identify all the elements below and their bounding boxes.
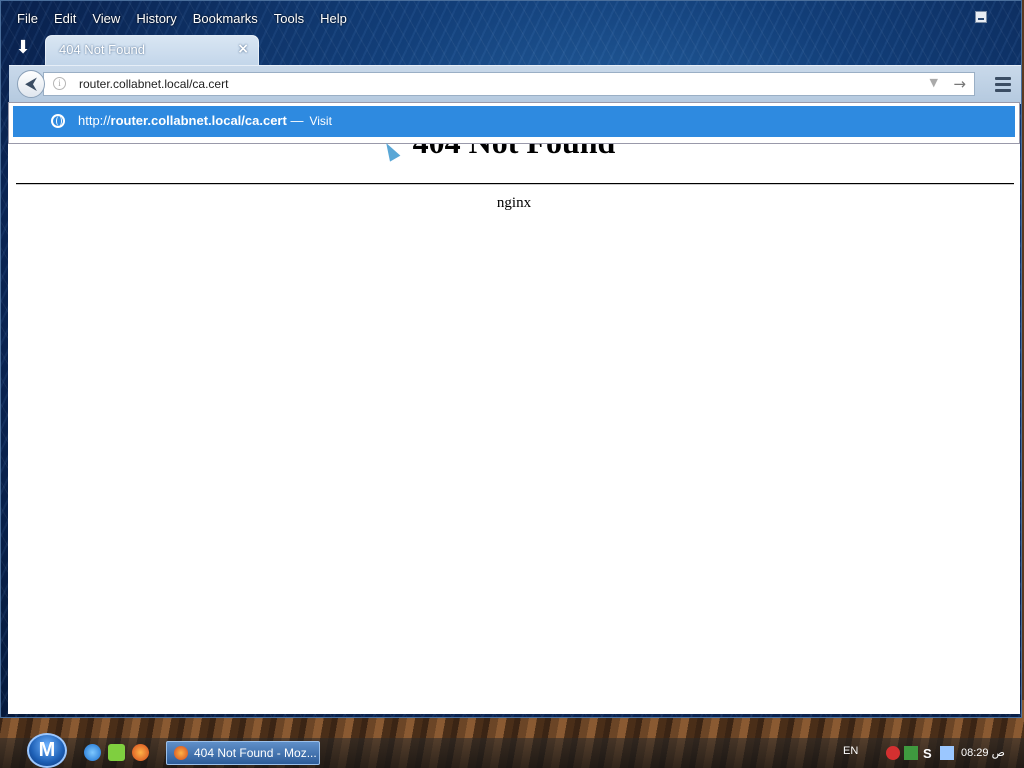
autocomplete-popup: http://router.collabnet.local/ca.cert — V… bbox=[8, 102, 1020, 144]
menu-file[interactable]: File bbox=[9, 7, 46, 29]
suggestion-text: http://router.collabnet.local/ca.cert — V… bbox=[78, 113, 332, 128]
download-arrow-icon[interactable]: ⬇ bbox=[12, 38, 34, 60]
volume-icon[interactable] bbox=[940, 746, 954, 760]
firefox-icon bbox=[174, 746, 188, 760]
horizontal-rule bbox=[16, 183, 1014, 185]
info-icon[interactable]: i bbox=[53, 77, 66, 90]
suggestion-url: router.collabnet.local/ca.cert bbox=[110, 113, 287, 128]
menu-help[interactable]: Help bbox=[312, 7, 355, 29]
autocomplete-suggestion[interactable]: http://router.collabnet.local/ca.cert — V… bbox=[13, 106, 1015, 137]
taskbar-firefox-button[interactable]: 404 Not Found - Moz... bbox=[166, 741, 320, 765]
show-desktop-icon[interactable] bbox=[108, 744, 125, 761]
url-input-value[interactable]: router.collabnet.local/ca.cert bbox=[79, 77, 228, 91]
taskbar bbox=[0, 738, 1024, 768]
suggestion-prefix: http:// bbox=[78, 113, 111, 128]
start-button[interactable]: M bbox=[27, 733, 67, 768]
suggestion-separator: — bbox=[290, 113, 304, 128]
security-shield-icon[interactable] bbox=[886, 746, 900, 760]
globe-icon bbox=[51, 114, 65, 128]
taskbar-button-label: 404 Not Found - Moz... bbox=[194, 746, 317, 760]
menu-view[interactable]: View bbox=[84, 7, 128, 29]
go-arrow-icon[interactable]: → bbox=[953, 75, 966, 93]
page-content: 404 Not Found nginx bbox=[8, 102, 1020, 714]
menu-tools[interactable]: Tools bbox=[266, 7, 312, 29]
internet-explorer-icon[interactable] bbox=[84, 744, 101, 761]
menu-bar: File Edit View History Bookmarks Tools H… bbox=[9, 7, 355, 29]
server-name: nginx bbox=[496, 195, 532, 211]
firefox-quicklaunch-icon[interactable] bbox=[132, 744, 149, 761]
suggestion-action: Visit bbox=[309, 114, 332, 128]
language-indicator[interactable]: EN bbox=[843, 745, 858, 757]
clock[interactable]: 08:29 ص bbox=[961, 746, 1005, 759]
minimize-button[interactable] bbox=[975, 11, 987, 23]
url-bar[interactable]: i router.collabnet.local/ca.cert ▼ → bbox=[43, 72, 975, 96]
tab-title: 404 Not Found bbox=[59, 42, 146, 57]
network-icon[interactable] bbox=[904, 746, 918, 760]
back-button[interactable]: ⮜ bbox=[17, 70, 45, 98]
hamburger-menu-icon[interactable] bbox=[993, 74, 1013, 94]
tab-close-icon[interactable]: × bbox=[237, 41, 249, 57]
menu-history[interactable]: History bbox=[128, 7, 184, 29]
s-app-icon[interactable]: S bbox=[923, 746, 937, 761]
tab-404-not-found[interactable]: 404 Not Found × bbox=[45, 35, 259, 65]
url-dropdown-icon[interactable]: ▼ bbox=[930, 76, 938, 89]
menu-edit[interactable]: Edit bbox=[46, 7, 84, 29]
navigation-toolbar: i router.collabnet.local/ca.cert ▼ → ⮜ bbox=[9, 65, 1021, 104]
menu-bookmarks[interactable]: Bookmarks bbox=[185, 7, 266, 29]
